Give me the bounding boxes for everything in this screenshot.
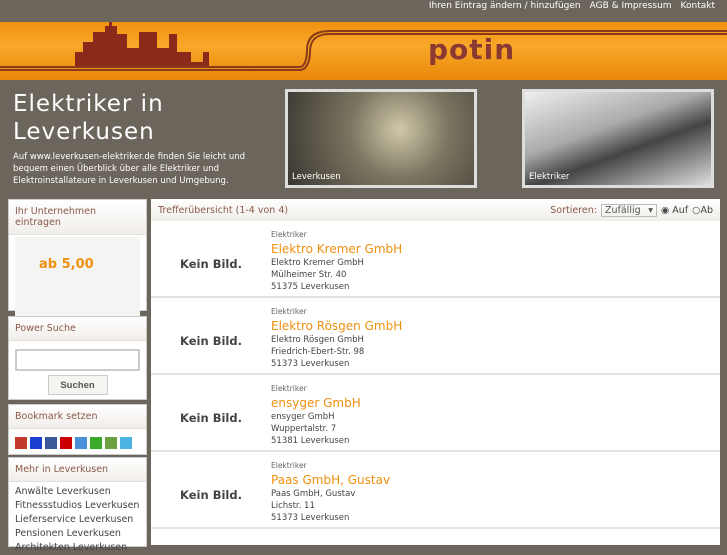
no-image-placeholder: Kein Bild. [180,487,242,502]
search-button[interactable]: Suchen [47,375,108,395]
entry-city: 51375 Leverkusen [271,282,350,292]
more-link[interactable]: Lieferservice Leverkusen [9,513,146,527]
result-entry: Kein Bild. Elektriker Elektro Kremer Gmb… [151,221,720,298]
edit-entry-link[interactable]: Ihren Eintrag ändern / hinzufügen [429,1,581,22]
chevron-down-icon: ▾ [648,204,653,216]
search-title: Power Suche [9,317,146,341]
top-nav: Ihren Eintrag ändern / hinzufügen AGB & … [429,0,727,22]
google-icon[interactable] [75,437,87,449]
entry-street: Wuppertalstr. 7 [271,424,337,434]
entry-name-link[interactable]: ensyger GmbH [271,395,361,411]
entry-category: Elektriker [271,461,307,470]
entry-name-link[interactable]: Paas GmbH, Gustav [271,472,390,488]
more-link[interactable]: Fitnessstudios Leverkusen [9,499,146,513]
entry-name-link[interactable]: Elektro Rösgen GmbH [271,318,402,334]
banner: potin [0,22,727,80]
result-entry: Kein Bild. Elektriker Elektro Rösgen Gmb… [151,298,720,375]
entry-city: 51373 Leverkusen [271,359,350,369]
skyline-graphic [0,22,727,71]
more-link[interactable]: Anwälte Leverkusen [9,485,146,499]
sort-label: Sortieren: [550,204,597,216]
entry-company: Elektro Kremer GmbH [271,258,364,268]
register-title: Ihr Unternehmen eintragen [9,200,146,235]
site-logo[interactable]: potin [428,33,515,66]
entry-city: 51381 Leverkusen [271,436,350,446]
results-panel: Trefferübersicht (1-4 von 4) Sortieren: … [151,199,720,545]
desc-label: Ab [700,204,713,216]
price-text: ab 5,00 [39,257,94,272]
more-title: Mehr in Leverkusen [9,458,146,482]
no-image-placeholder: Kein Bild. [180,333,242,348]
twitter-icon[interactable] [120,437,132,449]
entry-name-link[interactable]: Elektro Kremer GmbH [271,241,402,257]
result-entry: Kein Bild. Elektriker ensyger GmbH ensyg… [151,375,720,452]
delicious-icon[interactable] [30,437,42,449]
facebook-icon[interactable] [45,437,57,449]
entry-company: Elektro Rösgen GmbH [271,335,364,345]
entry-category: Elektriker [271,230,307,239]
entry-street: Lichstr. 11 [271,501,315,511]
mister-wong-icon[interactable] [15,437,27,449]
bookmark-title: Bookmark setzen [9,405,146,429]
contact-link[interactable]: Kontakt [681,1,715,22]
more-box: Mehr in Leverkusen Anwälte Leverkusen Fi… [8,457,147,553]
entry-city: 51373 Leverkusen [271,513,350,523]
entry-company: ensyger GmbH [271,412,335,422]
bookmark-box: Bookmark setzen [8,404,147,455]
entry-company: Paas GmbH, Gustav [271,489,356,499]
linkarena-icon[interactable] [105,437,117,449]
entry-category: Elektriker [271,307,307,316]
search-input[interactable] [15,349,140,371]
sort-select[interactable]: Zufällig ▾ [600,203,657,217]
sort-value: Zufällig [604,204,641,216]
search-box: Power Suche Suchen [8,316,147,400]
more-link[interactable]: Architekten Leverkusen [9,541,146,555]
no-image-placeholder: Kein Bild. [180,256,242,271]
photo-caption: Leverkusen [292,172,341,182]
page-title: Elektriker in Leverkusen [13,91,164,145]
results-title: Trefferübersicht (1-4 von 4) [158,204,289,216]
imprint-link[interactable]: AGB & Impressum [590,1,672,22]
yahoo-icon[interactable] [60,437,72,449]
entry-street: Friedrich-Ebert-Str. 98 [271,347,365,357]
intro-text: Auf www.leverkusen-elektriker.de finden … [13,152,246,186]
photo-caption: Elektriker [529,172,570,182]
electrician-photo: Elektriker [522,89,714,188]
entry-category: Elektriker [271,384,307,393]
sort-asc-radio[interactable]: ◉ Auf [661,205,688,216]
more-link[interactable]: Pensionen Leverkusen [9,527,146,541]
leverkusen-photo: Leverkusen [285,89,477,188]
register-ad-image[interactable]: ab 5,00 [15,237,140,321]
sort-desc-radio[interactable]: ○Ab [692,205,713,216]
technorati-icon[interactable] [90,437,102,449]
result-entry: Kein Bild. Elektriker Paas GmbH, Gustav … [151,452,720,529]
register-box: Ihr Unternehmen eintragen ab 5,00 [8,199,147,321]
asc-label: Auf [672,204,689,216]
entry-street: Mülheimer Str. 40 [271,270,347,280]
no-image-placeholder: Kein Bild. [180,410,242,425]
